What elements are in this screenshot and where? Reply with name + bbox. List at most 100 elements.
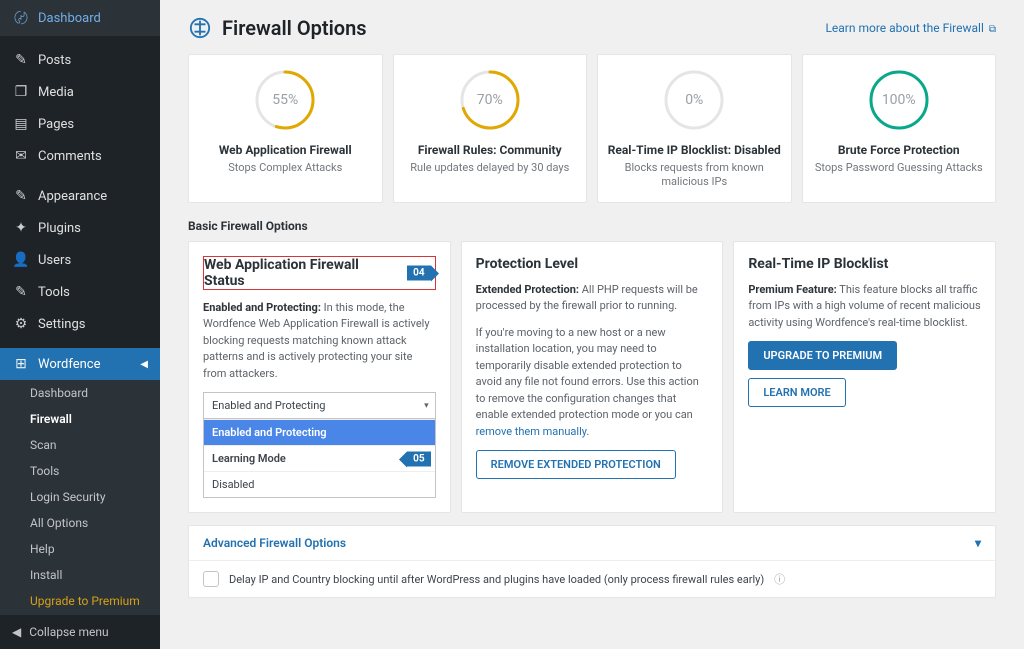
sidebar-item-posts[interactable]: ✎ Posts [0,44,160,76]
comments-icon: ✉ [12,148,30,164]
sidebar-item-plugins[interactable]: ✦ Plugins [0,212,160,244]
sidebar-item-dashboard[interactable]: 〄 Dashboard [0,0,160,36]
waf-status-heading: Web Application Firewall Status 04 [203,256,436,290]
sidebar-item-tools[interactable]: ✎Tools [0,276,160,308]
sidebar-item-pages[interactable]: ▤ Pages [0,108,160,140]
dashboard-icon: 〄 [12,8,30,28]
delay-blocking-checkbox[interactable] [203,571,219,587]
sidebar-item-label: Pages [38,117,74,132]
waf-status-dropdown: Enabled and Protecting Learning Mode 05 … [203,419,436,498]
progress-percent: 55% [252,67,318,133]
waf-status-title: Web Application Firewall Status [204,257,359,289]
posts-icon: ✎ [12,52,30,68]
submenu-upgrade-premium[interactable]: Upgrade to Premium [0,588,160,614]
chevron-down-icon: ▾ [975,536,981,550]
stat-card-3: 100% Brute Force Protection Stops Passwo… [802,54,997,203]
collapse-menu[interactable]: ◀ Collapse menu [0,614,160,649]
collapse-label: Collapse menu [29,625,108,639]
sidebar-item-comments[interactable]: ✉ Comments [0,140,160,172]
sidebar-item-settings[interactable]: ⚙ Settings [0,308,160,340]
sidebar-item-label: Media [38,85,74,100]
settings-icon: ⚙ [12,316,30,332]
basic-options-title: Basic Firewall Options [188,219,996,233]
annotation-tag-04: 04 [407,265,430,280]
stat-title: Web Application Firewall [197,143,374,157]
protection-level-note: If you're moving to a new host or a new … [476,325,709,441]
admin-sidebar: 〄 Dashboard ✎ Posts ❐ Media ▤ Pages ✉ Comment… [0,0,160,649]
users-icon: 👤 [12,252,30,268]
sidebar-item-label: Users [38,253,71,268]
submenu-install[interactable]: Install [0,562,160,588]
advanced-options-toggle[interactable]: Advanced Firewall Options ▾ [189,526,995,560]
dropdown-option-learning[interactable]: Learning Mode 05 [204,445,435,471]
submenu-help[interactable]: Help [0,536,160,562]
protection-level-desc: Extended Protection: All PHP requests wi… [476,282,709,315]
stat-title: Brute Force Protection [811,143,988,157]
chevron-left-icon: ◀ [140,359,148,370]
remove-manually-link[interactable]: remove them manually [476,425,587,438]
collapse-icon: ◀ [12,625,21,639]
stat-subtitle: Blocks requests from known malicious IPs [606,161,783,190]
progress-percent: 100% [866,67,932,133]
wordfence-submenu: Dashboard Firewall Scan Tools Login Secu… [0,380,160,614]
dropdown-option-label: Learning Mode [212,452,286,465]
submenu-all-options[interactable]: All Options [0,510,160,536]
progress-percent: 0% [661,67,727,133]
upgrade-premium-button[interactable]: UPGRADE TO PREMIUM [748,341,897,370]
submenu-dashboard[interactable]: Dashboard [0,380,160,406]
realtime-blocklist-desc: Premium Feature: This feature blocks all… [748,282,981,332]
sidebar-item-label: Appearance [38,189,107,204]
realtime-blocklist-title: Real-Time IP Blocklist [748,256,981,272]
submenu-login-security[interactable]: Login Security [0,484,160,510]
stat-subtitle: Stops Complex Attacks [197,161,374,175]
basic-options-panels: Web Application Firewall Status 04 Enabl… [188,241,996,514]
media-icon: ❐ [12,84,30,100]
realtime-blocklist-panel: Real-Time IP Blocklist Premium Feature: … [733,241,996,514]
pages-icon: ▤ [12,116,30,132]
delay-blocking-label: Delay IP and Country blocking until afte… [229,573,764,586]
advanced-options-title: Advanced Firewall Options [203,536,346,550]
protection-level-title: Protection Level [476,256,709,272]
stat-subtitle: Rule updates delayed by 30 days [402,161,579,175]
sidebar-item-label: Wordfence [38,357,101,372]
advanced-options-panel: Advanced Firewall Options ▾ Delay IP and… [188,525,996,598]
plugins-icon: ✦ [12,220,30,236]
submenu-tools[interactable]: Tools [0,458,160,484]
submenu-scan[interactable]: Scan [0,432,160,458]
sidebar-item-label: Posts [38,53,71,68]
progress-ring: 70% [457,67,523,133]
advanced-option-row: Delay IP and Country blocking until afte… [189,560,995,597]
sidebar-item-media[interactable]: ❐ Media [0,76,160,108]
progress-ring: 100% [866,67,932,133]
learn-more-button[interactable]: LEARN MORE [748,378,845,407]
sidebar-item-label: Dashboard [38,11,101,26]
sidebar-item-wordfence[interactable]: ⊞ Wordfence ◀ [0,348,160,380]
progress-ring: 55% [252,67,318,133]
stat-subtitle: Stops Password Guessing Attacks [811,161,988,175]
sidebar-item-appearance[interactable]: ✎Appearance [0,180,160,212]
sidebar-item-label: Comments [38,149,102,164]
progress-percent: 70% [457,67,523,133]
page-header: Firewall Options Learn more about the Fi… [188,16,996,40]
main-content: Firewall Options Learn more about the Fi… [160,0,1024,649]
sidebar-item-label: Plugins [38,221,81,236]
wordfence-icon: ⊞ [12,356,30,372]
dropdown-option-enabled[interactable]: Enabled and Protecting [204,419,435,445]
stats-row: 55% Web Application Firewall Stops Compl… [188,54,996,203]
remove-extended-protection-button[interactable]: REMOVE EXTENDED PROTECTION [476,450,676,479]
stat-title: Real-Time IP Blocklist: Disabled [606,143,783,157]
dropdown-option-disabled[interactable]: Disabled [204,471,435,497]
stat-title: Firewall Rules: Community [402,143,579,157]
submenu-firewall[interactable]: Firewall [0,406,160,432]
help-icon[interactable]: ⓘ [774,571,785,587]
sidebar-item-label: Tools [38,285,70,300]
stat-card-2: 0% Real-Time IP Blocklist: Disabled Bloc… [597,54,792,203]
stat-card-0: 55% Web Application Firewall Stops Compl… [188,54,383,203]
sidebar-item-users[interactable]: 👤 Users [0,244,160,276]
waf-status-select[interactable]: Enabled and Protecting [203,392,436,419]
waf-status-panel: Web Application Firewall Status 04 Enabl… [188,241,451,514]
sidebar-item-label: Settings [38,317,85,332]
stat-card-1: 70% Firewall Rules: Community Rule updat… [393,54,588,203]
learn-more-link[interactable]: Learn more about the Firewall ⧉ [825,21,996,35]
waf-status-desc: Enabled and Protecting: In this mode, th… [203,300,436,383]
